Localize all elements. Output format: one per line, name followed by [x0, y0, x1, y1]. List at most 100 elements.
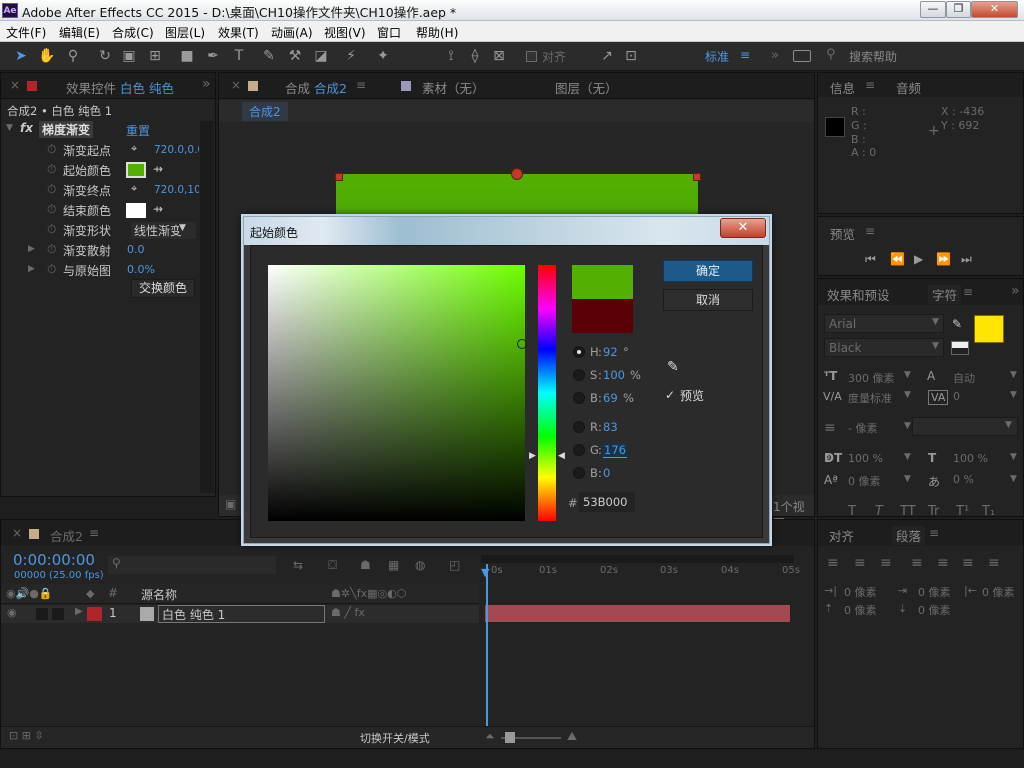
- stopwatch-icon[interactable]: ⏱: [47, 262, 56, 277]
- character-overflow-icon[interactable]: »: [1011, 283, 1020, 299]
- align-center-icon[interactable]: ≡: [854, 555, 866, 571]
- align-tab[interactable]: 对齐: [829, 526, 854, 545]
- layer-name[interactable]: 白色 纯色 1: [158, 605, 325, 623]
- info-menu-icon[interactable]: ≡: [865, 78, 875, 92]
- black-white-swatch[interactable]: [951, 341, 969, 355]
- minimize-button[interactable]: —: [920, 1, 946, 18]
- param-value[interactable]: 720.0,10: [154, 184, 199, 196]
- stopwatch-icon[interactable]: ⏱: [47, 242, 56, 257]
- draft-3d-icon[interactable]: ⛋: [328, 558, 337, 573]
- clone-stamp-tool-icon[interactable]: ⚒: [286, 47, 304, 65]
- color-field-row[interactable]: S:100%: [573, 368, 653, 384]
- color-field-row[interactable]: G:176: [573, 443, 653, 459]
- composition-tab-name[interactable]: 合成2: [314, 78, 347, 97]
- all-caps-button[interactable]: TT: [900, 504, 916, 519]
- faux-italic-button[interactable]: T: [875, 504, 883, 519]
- brush-tool-icon[interactable]: ✎: [260, 47, 278, 65]
- reset-effect-link[interactable]: 重置: [126, 122, 150, 139]
- search-help-input[interactable]: 搜索帮助: [849, 48, 897, 65]
- close-panel-icon[interactable]: ×: [10, 78, 20, 92]
- workspace-overflow-icon[interactable]: »: [771, 48, 779, 63]
- start-color-swatch[interactable]: [126, 162, 146, 178]
- comp-tab-menu-icon[interactable]: ≡: [356, 78, 366, 92]
- pen-tool-icon[interactable]: ✒: [204, 47, 222, 65]
- gradient-shape-dropdown[interactable]: 线性渐变: [131, 222, 196, 239]
- next-frame-icon[interactable]: ⏩: [936, 252, 951, 266]
- time-ruler[interactable]: 0s 01s 02s 03s 04s 05s: [481, 552, 800, 612]
- horizontal-scale-value[interactable]: 100 %: [953, 452, 988, 465]
- kerning-value[interactable]: 度量标准: [848, 390, 892, 406]
- menu-edit[interactable]: 编辑(E): [59, 24, 100, 41]
- param-expand-icon[interactable]: ▶: [28, 244, 35, 254]
- menu-effect[interactable]: 效果(T): [218, 24, 259, 41]
- effect-param-row[interactable]: ⏱ 起始颜色 ⇸: [1, 161, 199, 181]
- character-tab[interactable]: 字符: [928, 285, 962, 304]
- eyedropper-icon[interactable]: ✎: [952, 317, 962, 331]
- audio-tab[interactable]: 音频: [896, 78, 921, 97]
- close-button[interactable]: ✕: [971, 1, 1018, 18]
- layer-audio-toggle[interactable]: [36, 608, 48, 620]
- color-field-row[interactable]: R:83: [573, 420, 653, 436]
- graph-editor-icon[interactable]: ◰: [449, 558, 460, 572]
- leading-arrow-icon[interactable]: ▼: [1010, 370, 1017, 380]
- original-color-preview[interactable]: [572, 299, 633, 333]
- layer-row[interactable]: ◉ ▶ 1 白色 纯色 1 ☗ ╱ fx: [1, 605, 479, 623]
- font-family-dropdown[interactable]: Arial ▼: [824, 314, 944, 333]
- effect-controls-layer-name[interactable]: 白色 纯色: [120, 78, 174, 97]
- end-color-swatch[interactable]: [126, 203, 146, 218]
- effect-expand-icon[interactable]: ▼: [6, 123, 13, 133]
- timeline-tab[interactable]: 合成2: [50, 526, 83, 545]
- prev-frame-icon[interactable]: ⏪: [890, 252, 905, 266]
- indent-left-value[interactable]: 0 像素: [844, 584, 877, 600]
- last-frame-icon[interactable]: ⏭: [961, 252, 972, 267]
- justify-center-icon[interactable]: ≡: [937, 555, 949, 571]
- motion-blur-icon[interactable]: ◍: [415, 558, 425, 572]
- effect-controls-scrollbar[interactable]: [200, 121, 214, 493]
- world-axis-icon[interactable]: ⟠: [466, 47, 484, 65]
- menu-help[interactable]: 帮助(H): [416, 24, 458, 41]
- preview-menu-icon[interactable]: ≡: [865, 224, 875, 238]
- gradient-handle-left[interactable]: [335, 173, 343, 181]
- selection-tool-icon[interactable]: ➤: [12, 47, 30, 65]
- kerning-arrow-icon[interactable]: ▼: [904, 390, 911, 400]
- color-mode-radio[interactable]: [573, 346, 585, 358]
- effect-param-row[interactable]: ⏱ 渐变形状 线性渐变 ▼: [1, 221, 199, 241]
- zoom-slider-thumb[interactable]: [505, 732, 515, 743]
- justify-left-icon[interactable]: ≡: [911, 555, 923, 571]
- color-channel-value[interactable]: 69: [603, 391, 618, 405]
- fill-color-swatch[interactable]: [974, 315, 1004, 343]
- param-expand-icon[interactable]: ▶: [28, 264, 35, 274]
- hue-slider[interactable]: [538, 265, 556, 521]
- superscript-button[interactable]: T¹: [956, 504, 969, 519]
- workspace-selector[interactable]: 标准: [705, 48, 729, 65]
- timeline-menu-icon[interactable]: ≡: [89, 526, 99, 540]
- toggle-switches-modes[interactable]: 切换开关/模式: [360, 730, 430, 746]
- tsume-value[interactable]: 0 %: [953, 473, 974, 486]
- snapping-checkbox[interactable]: [526, 51, 537, 62]
- type-tool-icon[interactable]: T: [230, 47, 248, 65]
- color-eyedropper-icon[interactable]: ⇸: [153, 162, 163, 176]
- subscript-button[interactable]: T₁: [982, 504, 995, 519]
- vertical-scale-value[interactable]: 100 %: [848, 452, 883, 465]
- effect-controls-tab[interactable]: 效果控件: [66, 78, 116, 97]
- color-channel-value[interactable]: 83: [603, 420, 618, 434]
- stroke-width-arrow-icon[interactable]: ▼: [904, 421, 911, 431]
- color-eyedropper-icon[interactable]: ⇸: [153, 202, 163, 216]
- footage-tab[interactable]: 素材（无）: [422, 78, 485, 97]
- layer-lock-toggle[interactable]: [52, 608, 64, 620]
- hue-slider-right-arrow-icon[interactable]: ◀: [558, 451, 565, 461]
- color-mode-radio[interactable]: [573, 444, 585, 456]
- preview-checkbox-icon[interactable]: ✓: [665, 388, 675, 402]
- leading-value[interactable]: 自动: [953, 370, 975, 386]
- font-style-dropdown[interactable]: Black ▼: [824, 338, 944, 357]
- zoom-out-icon[interactable]: ⏶: [485, 729, 495, 744]
- color-field-cursor[interactable]: [517, 339, 527, 349]
- workspace-menu-icon[interactable]: ≡: [740, 48, 750, 62]
- color-field-row[interactable]: H:92 °: [573, 345, 653, 361]
- preview-checkbox-label[interactable]: 预览: [680, 387, 704, 404]
- color-field-row[interactable]: B:0: [573, 466, 653, 482]
- dialog-close-button[interactable]: ✕: [720, 218, 766, 238]
- hscale-arrow-icon[interactable]: ▼: [1010, 452, 1017, 462]
- effect-param-row[interactable]: ⏱ 结束颜色 ⇸: [1, 201, 199, 221]
- eraser-tool-icon[interactable]: ◪: [312, 47, 330, 65]
